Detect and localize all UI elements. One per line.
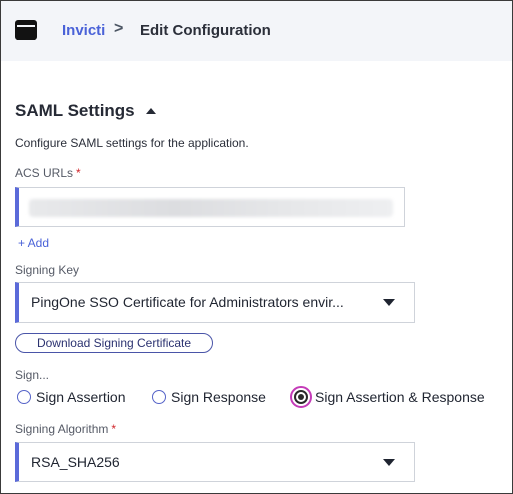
section-title: SAML Settings	[15, 101, 135, 120]
caret-down-icon	[383, 459, 395, 466]
radio-sign-response[interactable]: Sign Response	[152, 385, 266, 409]
radio-sign-assertion-and-response[interactable]: Sign Assertion & Response	[290, 385, 485, 409]
radio-circle-checked	[294, 390, 308, 404]
caret-up-icon[interactable]	[146, 108, 156, 114]
caret-down-icon	[383, 299, 395, 306]
signing-key-value: PingOne SSO Certificate for Administrato…	[31, 294, 344, 310]
acs-urls-label-text: ACS URLs	[15, 166, 74, 180]
app-window-icon	[15, 20, 37, 40]
radio-label: Sign Assertion & Response	[315, 389, 485, 405]
signing-key-select[interactable]: PingOne SSO Certificate for Administrato…	[15, 282, 415, 323]
acs-url-input[interactable]	[15, 187, 405, 227]
download-signing-certificate-button[interactable]: Download Signing Certificate	[15, 333, 213, 353]
section-description: Configure SAML settings for the applicat…	[15, 136, 249, 150]
radio-label: Sign Response	[171, 389, 266, 405]
signing-algorithm-label-text: Signing Algorithm	[15, 422, 109, 436]
radio-circle	[152, 390, 166, 404]
signing-key-label: Signing Key	[15, 263, 80, 277]
breadcrumb-app-link[interactable]: Invicti	[62, 22, 105, 39]
sign-label: Sign...	[15, 368, 50, 382]
signing-algorithm-select[interactable]: RSA_SHA256	[15, 442, 415, 482]
top-bar: Invicti > Edit Configuration	[1, 1, 512, 61]
app-frame: Invicti > Edit Configuration SAML Settin…	[0, 0, 513, 494]
focus-ring	[290, 386, 312, 408]
breadcrumb-chevron-icon: >	[114, 20, 124, 37]
redacted-url-value	[29, 199, 393, 217]
signing-algorithm-label: Signing Algorithm *	[15, 422, 116, 436]
acs-urls-label: ACS URLs *	[15, 166, 81, 180]
radio-label: Sign Assertion	[36, 389, 126, 405]
add-acs-url-button[interactable]: + Add	[18, 236, 49, 250]
radio-sign-assertion[interactable]: Sign Assertion	[17, 385, 126, 409]
radio-circle	[17, 390, 31, 404]
signing-algorithm-value: RSA_SHA256	[31, 454, 120, 470]
page-title: Edit Configuration	[140, 22, 271, 39]
required-mark: *	[76, 166, 81, 180]
required-mark: *	[111, 422, 117, 436]
